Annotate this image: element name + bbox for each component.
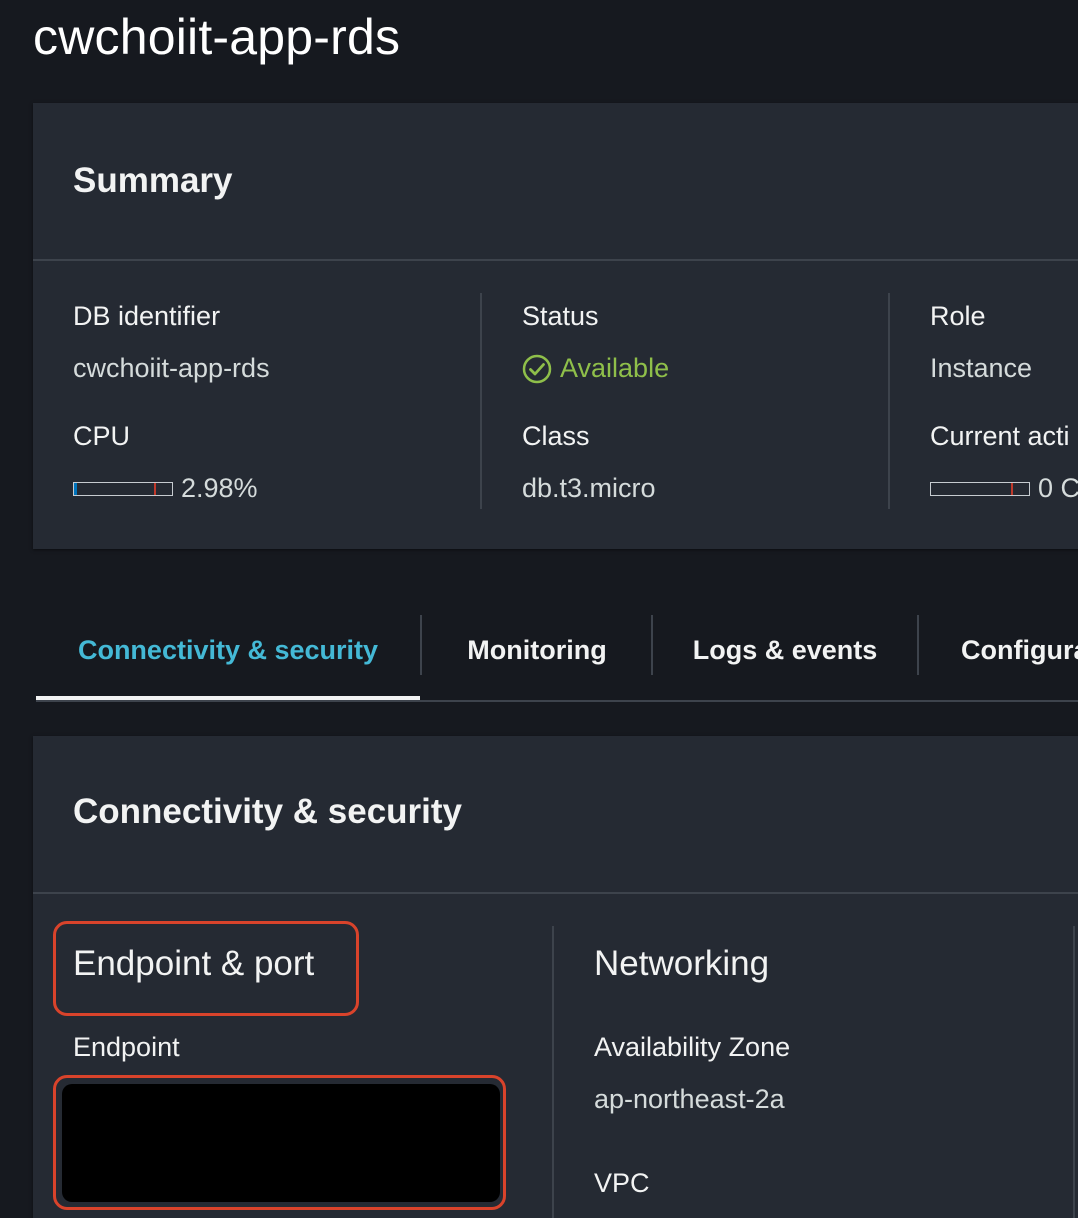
- page-title: cwchoiit-app-rds: [33, 9, 401, 65]
- check-circle-icon: [522, 354, 552, 383]
- vpc-label: VPC: [594, 1168, 650, 1198]
- current-activity-meter-threshold: [1011, 482, 1013, 495]
- tab-monitoring[interactable]: Monitoring: [422, 600, 652, 700]
- connectivity-heading: Connectivity & security: [73, 792, 462, 831]
- class-label: Class: [522, 421, 590, 451]
- connectivity-divider: [552, 926, 554, 1218]
- active-tab-indicator: [36, 696, 420, 700]
- endpoint-port-heading: Endpoint & port: [73, 944, 315, 983]
- cpu-meter: 2.98%: [73, 473, 258, 504]
- summary-header: Summary: [33, 103, 1078, 261]
- tab-separator: [917, 615, 919, 675]
- db-identifier-value: cwchoiit-app-rds: [73, 353, 270, 383]
- detail-tabs: Connectivity & security Monitoring Logs …: [36, 600, 1078, 702]
- current-activity-meter: 0 C: [930, 473, 1078, 504]
- role-value: Instance: [930, 353, 1033, 383]
- db-identifier-label: DB identifier: [73, 301, 221, 331]
- endpoint-label: Endpoint: [73, 1032, 180, 1062]
- current-activity-label: Current acti: [930, 421, 1070, 451]
- redacted-endpoint: [62, 1084, 500, 1202]
- summary-col-status: Status Available Class db.t3.micro: [522, 293, 882, 509]
- status-text: Available: [560, 353, 670, 383]
- tab-configuration[interactable]: Configura: [961, 600, 1078, 700]
- cpu-meter-threshold: [154, 482, 156, 495]
- cpu-label: CPU: [73, 421, 131, 451]
- summary-panel: Summary DB identifier cwchoiit-app-rds C…: [33, 103, 1078, 549]
- status-value: Available: [522, 353, 669, 384]
- current-activity-value: 0 C: [1038, 473, 1078, 503]
- summary-divider: [888, 293, 890, 509]
- cpu-value: 2.98%: [181, 473, 258, 503]
- connectivity-panel: Connectivity & security Endpoint & port …: [33, 736, 1078, 1218]
- tab-logs-events[interactable]: Logs & events: [653, 600, 917, 700]
- summary-col-role: Role Instance Current acti 0 C: [930, 293, 1078, 509]
- tab-connectivity-security[interactable]: Connectivity & security: [36, 600, 420, 700]
- availability-zone-label: Availability Zone: [594, 1032, 791, 1062]
- summary-col-identifier: DB identifier cwchoiit-app-rds CPU 2.98%: [73, 293, 473, 509]
- role-label: Role: [930, 301, 986, 331]
- networking-heading: Networking: [594, 944, 770, 983]
- cpu-meter-fill: [74, 482, 77, 495]
- connectivity-divider: [1073, 926, 1075, 1218]
- availability-zone-value: ap-northeast-2a: [594, 1084, 785, 1114]
- cpu-meter-bar: [73, 481, 173, 496]
- summary-heading: Summary: [73, 161, 233, 200]
- status-label: Status: [522, 301, 599, 331]
- current-activity-meter-bar: [930, 481, 1030, 496]
- summary-divider: [480, 293, 482, 509]
- rds-instance-page: cwchoiit-app-rds Summary DB identifier c…: [0, 0, 1078, 1218]
- class-value: db.t3.micro: [522, 473, 656, 503]
- connectivity-header: Connectivity & security: [33, 736, 1078, 894]
